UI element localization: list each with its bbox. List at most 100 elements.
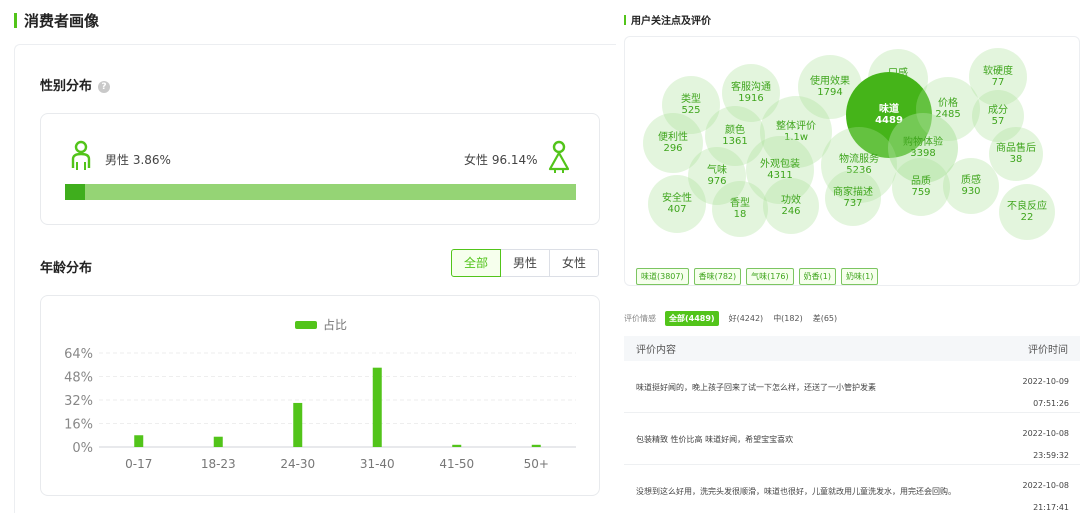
attention-bubble-card: 类型525客服沟通1916使用效果1794口感16软硬度77便利性296颜色13… xyxy=(624,36,1080,286)
bubble-label: 味道 xyxy=(879,104,899,115)
user-attention-title-text: 用户关注点及评价 xyxy=(631,16,711,27)
legend-label: 占比 xyxy=(323,317,347,332)
male-icon xyxy=(71,140,91,170)
review-table-header: 评价内容 评价时间 xyxy=(624,336,1080,361)
age-bar-chart: 占比 0% 16% 32% 48% 64% 0-17 18-23 24-30 31-40 41-50… xyxy=(64,317,576,471)
bubble-label: 质感 xyxy=(961,175,981,186)
y-tick-label: 0% xyxy=(72,441,93,456)
review-content: 包装精致 性价比高 味道好闻，希望宝宝喜欢 xyxy=(636,434,794,444)
age-distribution-title: 年龄分布 xyxy=(40,261,93,276)
legend-swatch xyxy=(295,321,317,329)
sentiment-all-button[interactable]: 全部(4489) xyxy=(665,311,719,326)
table-row: 包装精致 性价比高 味道好闻，希望宝宝喜欢 2022-10-08 23:59:3… xyxy=(624,413,1080,465)
bubble-count: 759 xyxy=(911,187,931,198)
y-tick-label: 64% xyxy=(64,347,93,362)
age-filter-female[interactable]: 女性 xyxy=(549,249,599,277)
bubble-label: 使用效果 xyxy=(810,76,850,87)
bubble-label: 外观包装 xyxy=(760,159,800,170)
bubble-count: 77 xyxy=(991,77,1005,88)
gender-title-text: 性别分布 xyxy=(40,79,93,94)
attention-bubble[interactable]: 功效 246 xyxy=(763,178,819,234)
review-content: 没想到这么好用，洗完头发很顺滑，味道也很好，儿童就改用儿童洗发水，用完还会回购。 xyxy=(636,486,956,496)
x-tick-label: 50+ xyxy=(524,457,549,471)
attention-bubble[interactable]: 香型 18 xyxy=(712,181,768,237)
keyword-tag[interactable]: 香味(782) xyxy=(693,268,742,285)
attention-bubble[interactable]: 商品售后 38 xyxy=(989,127,1043,181)
bubble-count: 38 xyxy=(1009,154,1023,165)
attention-bubble[interactable]: 商家描述 737 xyxy=(825,170,881,226)
sentiment-neutral-button[interactable]: 中(182) xyxy=(773,313,803,324)
bar-24-30 xyxy=(293,402,303,447)
y-tick-label: 32% xyxy=(64,394,93,409)
bubble-count: 1794 xyxy=(817,87,843,98)
attention-bubble[interactable]: 质感 930 xyxy=(943,158,999,214)
bubble-count: 296 xyxy=(663,143,683,154)
bubble-label: 购物体验 xyxy=(903,137,943,148)
bubble-label: 颜色 xyxy=(725,125,745,136)
help-icon[interactable]: ? xyxy=(98,81,111,93)
gender-distribution-title: 性别分布? xyxy=(40,75,111,94)
table-row: 味道挺好闻的，晚上孩子回来了试一下怎么样，还送了一小管护发素 2022-10-0… xyxy=(624,361,1080,413)
bubble-count: 737 xyxy=(843,198,863,209)
bubble-count: 57 xyxy=(991,116,1005,127)
bubble-label: 整体评价 xyxy=(776,121,816,132)
bubble-label: 功效 xyxy=(781,195,801,206)
bubble-label: 便利性 xyxy=(658,132,688,143)
bubble-label: 物流服务 xyxy=(839,154,879,165)
keyword-tag[interactable]: 气味(176) xyxy=(746,268,794,285)
bubble-count: 930 xyxy=(961,186,981,197)
bubble-label: 商家描述 xyxy=(833,187,873,198)
table-row: 没想到这么好用，洗完头发很顺滑，味道也很好，儿童就改用儿童洗发水，用完还会回购。… xyxy=(624,465,1080,513)
bubble-count: 407 xyxy=(667,204,687,215)
bubble-count: 1916 xyxy=(738,93,764,104)
bubble-label: 品质 xyxy=(911,176,931,187)
title-accent-bar xyxy=(14,12,17,28)
bubble-count: 246 xyxy=(781,206,801,217)
review-time: 2022-10-08 21:17:41 xyxy=(1023,475,1070,513)
review-date: 2022-10-08 xyxy=(1022,481,1070,490)
consumer-profile-title: 消费者画像 xyxy=(14,10,99,30)
sentiment-filter-row: 评价情感 全部(4489) 好(4242) 中(182) 差(65) xyxy=(624,311,837,326)
sentiment-good-button[interactable]: 好(4242) xyxy=(729,313,764,324)
x-tick-label: 31-40 xyxy=(360,457,395,471)
bubble-count: 1361 xyxy=(722,136,748,147)
age-filter-male[interactable]: 男性 xyxy=(500,249,550,277)
attention-bubble[interactable]: 品质 759 xyxy=(892,158,950,216)
review-time: 2022-10-08 23:59:32 xyxy=(1023,423,1070,467)
female-icon xyxy=(548,140,570,173)
age-filter-all[interactable]: 全部 xyxy=(451,249,501,277)
bar-0-17 xyxy=(134,435,144,447)
keyword-tag-row: 味道(3807) 香味(782) 气味(176) 奶香(1) 奶味(1) xyxy=(636,268,879,285)
bubble-label: 软硬度 xyxy=(983,66,1013,77)
keyword-tag[interactable]: 奶香(1) xyxy=(798,268,836,285)
review-date: 2022-10-08 xyxy=(1022,429,1070,438)
bubble-label: 价格 xyxy=(938,98,958,109)
title-accent-bar xyxy=(624,14,626,25)
bubble-label: 客服沟通 xyxy=(731,82,771,93)
male-share-fill xyxy=(65,184,85,200)
consumer-profile-panel: 消费者画像 性别分布? 男性 3.86% 女性 96.14% 年龄分布 全部 男… xyxy=(0,0,616,513)
keyword-tag[interactable]: 奶味(1) xyxy=(840,268,879,285)
bubble-count: 22 xyxy=(1020,212,1034,223)
x-tick-label: 24-30 xyxy=(280,457,315,471)
attention-bubble[interactable]: 安全性 407 xyxy=(648,175,706,233)
attention-bubble[interactable]: 不良反应 22 xyxy=(999,184,1055,240)
sentiment-bad-button[interactable]: 差(65) xyxy=(813,313,837,324)
age-filter-group: 全部 男性 女性 xyxy=(451,249,599,277)
bubble-label: 成分 xyxy=(988,105,1008,116)
bar-50+ xyxy=(531,444,541,447)
keyword-tag[interactable]: 味道(3807) xyxy=(636,268,689,285)
review-content-header: 评价内容 xyxy=(636,345,676,356)
x-tick-label: 18-23 xyxy=(201,457,236,471)
y-tick-label: 48% xyxy=(64,371,93,386)
review-clock: 07:51:26 xyxy=(1033,399,1069,408)
bar-41-50 xyxy=(452,444,462,447)
bar-31-40 xyxy=(372,367,382,447)
bubble-label: 气味 xyxy=(707,165,727,176)
review-content: 味道挺好闻的，晚上孩子回来了试一下怎么样，还送了一小管护发素 xyxy=(636,382,876,392)
review-time: 2022-10-09 07:51:26 xyxy=(1023,371,1070,415)
bubble-label: 不良反应 xyxy=(1007,201,1047,212)
female-share-label: 女性 96.14% xyxy=(464,153,538,167)
bubble-label: 安全性 xyxy=(662,193,692,204)
bubble-count: 18 xyxy=(733,209,747,220)
